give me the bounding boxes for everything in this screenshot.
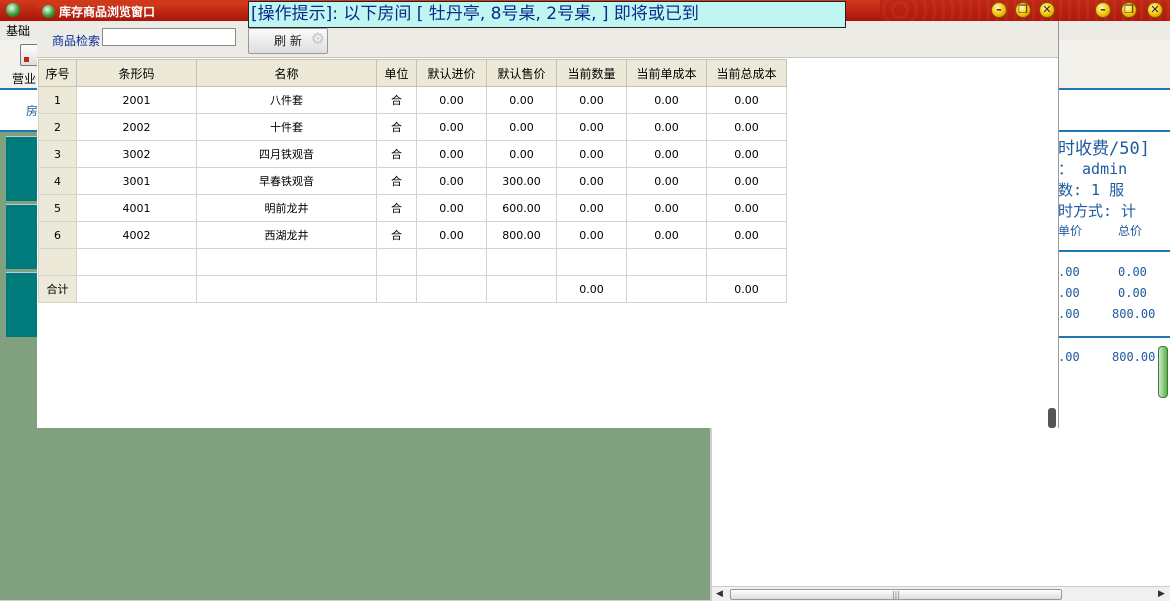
total-cost: 0.00 — [706, 275, 787, 303]
billing-operator: ： admin — [1058, 160, 1128, 178]
app-icon — [6, 3, 20, 17]
table-row[interactable]: 2 2002 十件套 合 0.00 0.00 0.00 0.00 0.00 — [38, 113, 787, 141]
scroll-left-icon[interactable]: ◀ — [716, 589, 723, 599]
gear-icon: ⚙ — [310, 29, 325, 48]
horizontal-scrollbar[interactable]: ◀ ||| ▶ — [712, 586, 1170, 601]
table-row[interactable]: 1 2001 八件套 合 0.00 0.00 0.00 0.00 0.00 — [38, 86, 787, 114]
room-tile[interactable] — [6, 136, 37, 201]
window-title: 库存商品浏览窗口 — [59, 5, 156, 19]
table-row[interactable]: 3 3002 四月铁观音 合 0.00 0.00 0.00 0.00 0.00 — [38, 140, 787, 168]
column-header[interactable]: 当前单成本 — [626, 59, 707, 87]
main-close-button[interactable]: ✕ — [1039, 2, 1055, 18]
search-input[interactable] — [102, 28, 236, 46]
main-restore-button[interactable]: ❐ — [1015, 2, 1031, 18]
main-minimize-button[interactable]: – — [991, 2, 1007, 18]
outer-close-button[interactable]: ✕ — [1147, 2, 1163, 18]
room-tile[interactable] — [6, 272, 37, 337]
column-header[interactable]: 默认进价 — [416, 59, 487, 87]
table-row-empty[interactable] — [38, 248, 787, 276]
column-header[interactable]: 名称 — [196, 59, 377, 87]
billing-timing-mode: 时方式: 计 — [1058, 202, 1137, 220]
billing-scroll-thumb[interactable] — [1158, 346, 1168, 398]
column-header[interactable]: 默认售价 — [486, 59, 557, 87]
price-header-total: 总价 — [1118, 224, 1143, 238]
menu-item-basic[interactable]: 基础 — [6, 22, 30, 39]
divider — [1058, 250, 1170, 252]
divider — [1058, 336, 1170, 338]
price-header-unit: 单价 — [1058, 224, 1083, 238]
total-label: 合计 — [38, 275, 77, 303]
refresh-label: 刷 新 — [274, 34, 302, 48]
column-header[interactable]: 条形码 — [76, 59, 197, 87]
operation-tip-banner: [操作提示]: 以下房间 [ 牡丹亭, 8号桌, 2号桌, ] 即将或已到 — [248, 1, 846, 28]
billing-header: 时收费/50] — [1058, 139, 1150, 159]
search-label: 商品检索 — [52, 34, 101, 48]
column-header[interactable]: 序号 — [38, 59, 77, 87]
outer-minimize-button[interactable]: – — [1095, 2, 1111, 18]
total-qty: 0.00 — [556, 275, 627, 303]
table-row[interactable]: 4 3001 早春铁观音 合 0.00 300.00 0.00 0.00 0.0… — [38, 167, 787, 195]
scroll-right-icon[interactable]: ▶ — [1158, 589, 1165, 599]
scroll-thumb[interactable]: ||| — [730, 589, 1062, 600]
window-icon — [42, 5, 55, 18]
table-row[interactable]: 6 4002 西湖龙井 合 0.00 800.00 0.00 0.00 0.00 — [38, 221, 787, 249]
table-header-row: 序号 条形码 名称 单位 默认进价 默认售价 当前数量 当前单成本 当前总成本 — [38, 59, 787, 87]
room-tile[interactable] — [6, 204, 37, 269]
toolbar-business-label: 营业 — [12, 72, 37, 86]
outer-restore-button[interactable]: ❐ — [1121, 2, 1137, 18]
column-header[interactable]: 当前总成本 — [706, 59, 787, 87]
inventory-table: 序号 条形码 名称 单位 默认进价 默认售价 当前数量 当前单成本 当前总成本 … — [38, 59, 787, 303]
column-header[interactable]: 当前数量 — [556, 59, 627, 87]
column-header[interactable]: 单位 — [376, 59, 417, 87]
table-row[interactable]: 5 4001 明前龙井 合 0.00 600.00 0.00 0.00 0.00 — [38, 194, 787, 222]
window-scroll-thumb[interactable] — [1048, 408, 1056, 428]
billing-guests: 数: 1 服 — [1058, 181, 1125, 199]
table-total-row: 合计 0.00 0.00 — [38, 275, 787, 303]
refresh-button[interactable]: 刷 新 ⚙ — [248, 28, 328, 54]
